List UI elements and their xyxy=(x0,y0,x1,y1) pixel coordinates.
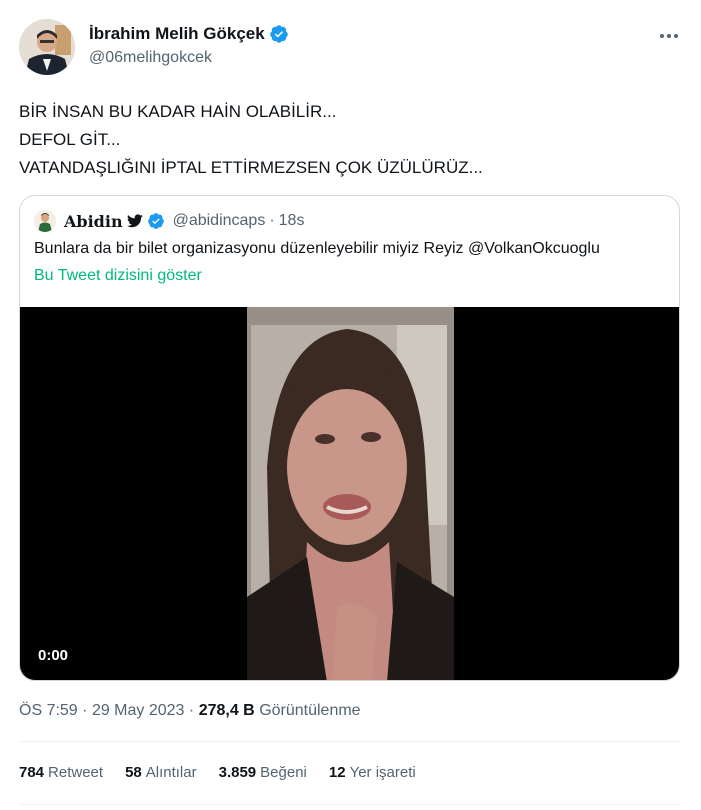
stat-likes[interactable]: 3.859 Beğeni xyxy=(219,764,307,781)
stat-retweets[interactable]: 784 Retweet xyxy=(19,764,103,781)
author-name-text[interactable]: İbrahim Melih Gökçek xyxy=(89,24,265,44)
tweet-line: BİR İNSAN BU KADAR HAİN OLABİLİR... xyxy=(19,102,337,121)
stat-bookmarks[interactable]: 12 Yer işareti xyxy=(329,764,416,781)
verified-badge-icon xyxy=(147,213,164,229)
quoted-tweet-age[interactable]: 18s xyxy=(279,212,305,230)
views-count: 278,4 B xyxy=(198,702,255,719)
author-name[interactable]: İbrahim Melih Gökçek xyxy=(89,24,289,44)
tweet-line: VATANDAŞLIĞINI İPTAL ETTİRMEZSEN ÇOK ÜZÜ… xyxy=(19,158,483,177)
stat-value: 3.859 xyxy=(218,764,257,781)
show-thread-link[interactable]: Bu Tweet dizisini göster xyxy=(34,267,202,285)
quoted-tweet-header: Abidin @abidincaps · 18s xyxy=(34,210,304,232)
more-dots-icon xyxy=(660,34,678,38)
video-thumbnail xyxy=(247,307,454,680)
quoted-avatar[interactable] xyxy=(34,210,56,232)
verified-badge-icon xyxy=(269,25,288,43)
stat-value: 12 xyxy=(328,764,346,781)
tweet-date[interactable]: 29 May 2023 xyxy=(92,702,185,719)
engagement-stats: 784 Retweet 58 Alıntılar 3.859 Beğeni 12 Yer… xyxy=(19,764,416,781)
tweet-time[interactable]: ÖS 7:59 xyxy=(19,702,78,719)
quoted-author-name[interactable]: Abidin xyxy=(64,212,123,231)
meta-dot: · xyxy=(82,702,88,719)
stat-value: 58 xyxy=(125,764,142,781)
stat-label: Yer işareti xyxy=(349,764,416,781)
twitter-bird-icon xyxy=(126,214,143,228)
stat-label: Beğeni xyxy=(260,764,307,781)
quoted-tweet[interactable]: Abidin @abidincaps · 18s Bunlara da bir … xyxy=(19,195,680,681)
author-handle[interactable]: @06melihgokcek xyxy=(89,49,212,67)
more-options-button[interactable] xyxy=(656,24,682,48)
quoted-author-handle[interactable]: @abidincaps xyxy=(173,212,266,230)
stat-quotes[interactable]: 58 Alıntılar xyxy=(125,764,197,781)
divider xyxy=(19,741,680,742)
tweet-line: DEFOL GİT... xyxy=(19,130,121,149)
video-timestamp: 0:00 xyxy=(38,647,69,664)
divider xyxy=(19,804,680,805)
tweet-text: BİR İNSAN BU KADAR HAİN OLABİLİR... DEFO… xyxy=(19,98,679,182)
author-avatar[interactable] xyxy=(19,19,75,75)
separator-dot: · xyxy=(269,212,275,229)
tweet-detail: İbrahim Melih Gökçek @06melihgokcek BİR … xyxy=(0,0,701,810)
views-label: Görüntülenme xyxy=(259,702,361,719)
quoted-tweet-text: Bunlara da bir bilet organizasyonu düzen… xyxy=(34,240,600,257)
stat-label: Retweet xyxy=(48,764,104,781)
meta-dot: · xyxy=(188,702,195,719)
stat-value: 784 xyxy=(19,764,45,781)
stat-label: Alıntılar xyxy=(145,764,197,781)
tweet-meta: ÖS 7:59 · 29 May 2023 · 278,4 B Görüntül… xyxy=(19,702,361,720)
video-player[interactable]: 0:00 xyxy=(20,307,679,680)
